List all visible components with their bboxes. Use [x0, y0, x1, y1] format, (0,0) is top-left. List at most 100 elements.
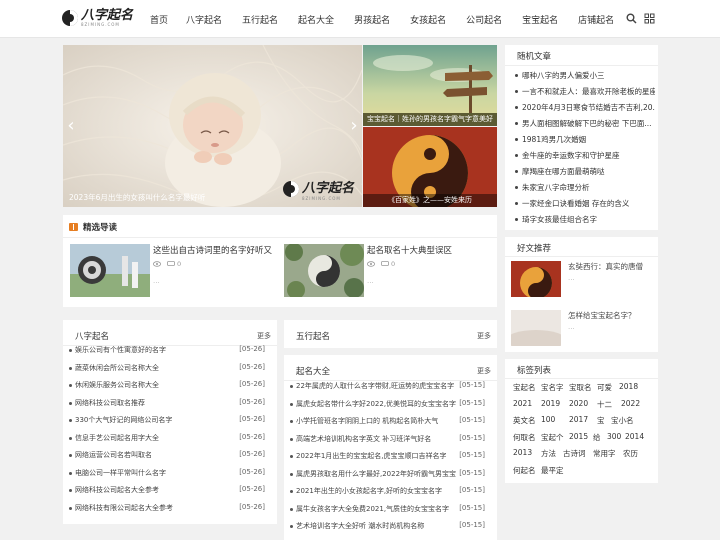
- tag-link[interactable]: 2015: [569, 432, 588, 441]
- featured-image-1[interactable]: [70, 244, 150, 297]
- list-item[interactable]: 网络科技公司起名大全参考 [05-26]: [63, 483, 277, 500]
- list-item[interactable]: 小学托管班名字阴阴上口的 机构起名简朴大气 [05-15]: [284, 414, 497, 431]
- random-article-item[interactable]: 哪种八字的男人偏爱小三: [515, 67, 655, 83]
- random-article-title[interactable]: 一言不和就走人：最喜欢开除老板的星座: [522, 86, 655, 97]
- list-item[interactable]: 网络科技有限公司起名大全参考 [05-26]: [63, 501, 277, 518]
- list-item[interactable]: 2022年1月出生的宝宝起名,虎宝宝顺口吉祥名字 [05-15]: [284, 449, 497, 466]
- random-article-title[interactable]: 男人面相图解破解下巴的秘密 下巴面...: [522, 118, 652, 129]
- tag-link[interactable]: 宝: [597, 415, 605, 426]
- list-item[interactable]: 330个大气好记的网络公司名字 [05-26]: [63, 413, 277, 430]
- tag-link[interactable]: 农历: [623, 448, 638, 459]
- tag-link[interactable]: 英文名: [513, 415, 536, 426]
- list-item[interactable]: 22年属虎的人取什么名字带财,旺运势的虎宝宝名字 [05-15]: [284, 379, 497, 396]
- list-item-title[interactable]: 22年属虎的人取什么名字带财,旺运势的虎宝宝名字: [296, 381, 456, 391]
- random-article-title[interactable]: 一家经金口诀看婚姻 存在的含义: [522, 198, 629, 209]
- list-item-title[interactable]: 属牛女孩名字大全免费2021,气质佳的女宝宝名字: [296, 504, 456, 514]
- search-icon[interactable]: [626, 13, 637, 24]
- tag-link[interactable]: 2018: [619, 382, 638, 391]
- recommended-image-2[interactable]: [511, 310, 561, 346]
- tag-link[interactable]: 方法: [541, 448, 556, 459]
- list-item-title[interactable]: 蔬菜休闲会所公司名称大全: [75, 363, 235, 373]
- tag-link[interactable]: 2021: [513, 399, 532, 408]
- list-item-title[interactable]: 高端艺术培训机构名字英文 补习班洋气好名: [296, 434, 456, 444]
- tag-link[interactable]: 2017: [569, 415, 588, 424]
- featured-item-title[interactable]: 这些出自古诗词里的名字好听又: [153, 244, 272, 256]
- random-article-item[interactable]: 朱家宜八字命理分析: [515, 179, 655, 195]
- list-item-title[interactable]: 电脑公司一样平常叫什么名字: [75, 468, 235, 478]
- list-item[interactable]: 蔬菜休闲会所公司名称大全 [05-26]: [63, 361, 277, 378]
- tag-link[interactable]: 给: [593, 432, 601, 443]
- featured-item[interactable]: 起名取名十大典型误区 0 ...: [284, 244, 484, 298]
- tag-link[interactable]: 最平定: [541, 465, 564, 476]
- list-item-title[interactable]: 网络科技有限公司起名大全参考: [75, 503, 235, 513]
- list-item[interactable]: 休闲娱乐服务公司名称大全 [05-26]: [63, 378, 277, 395]
- recommended-item[interactable]: 玄奘西行：真实的唐僧 ...: [511, 261, 656, 297]
- list-item[interactable]: 网络科技公司取名推荐 [05-26]: [63, 396, 277, 413]
- tag-link[interactable]: 2019: [541, 399, 560, 408]
- grid-icon[interactable]: [644, 13, 655, 24]
- list-item[interactable]: 电脑公司一样平常叫什么名字 [05-26]: [63, 466, 277, 483]
- featured-image-2[interactable]: [284, 244, 364, 297]
- list-item-title[interactable]: 2022年1月出生的宝宝起名,虎宝宝顺口吉祥名字: [296, 451, 456, 461]
- tag-link[interactable]: 300: [607, 432, 621, 441]
- random-article-item[interactable]: 男人面相图解破解下巴的秘密 下巴面...: [515, 115, 655, 131]
- list-item-title[interactable]: 属虎女起名带什么字好2022,优美悦耳的女宝宝名字大全: [296, 399, 456, 409]
- list-item[interactable]: 高端艺术培训机构名字英文 补习班洋气好名 [05-15]: [284, 432, 497, 449]
- list-item-title[interactable]: 属虎男孩取名用什么字最好,2022年好听霸气男宝宝名字: [296, 469, 456, 479]
- nav-wuxing[interactable]: 五行起名: [242, 13, 278, 26]
- slider-thumb-2[interactable]: 《百家姓》之——安姓来历: [363, 127, 497, 207]
- tag-link[interactable]: 古诗词: [563, 448, 586, 459]
- list-item-title[interactable]: 网络科技公司取名推荐: [75, 398, 235, 408]
- list-item[interactable]: 属牛女孩名字大全免费2021,气质佳的女宝宝名字 [05-15]: [284, 502, 497, 519]
- random-article-item[interactable]: 一家经金口诀看婚姻 存在的含义: [515, 195, 655, 211]
- tag-link[interactable]: 十二: [597, 399, 612, 410]
- tag-link[interactable]: 宝名字: [541, 382, 564, 393]
- wuxing-more-link[interactable]: 更多: [477, 331, 491, 341]
- list-item[interactable]: 娱乐公司有个性寓意好的名字 [05-26]: [63, 343, 277, 360]
- qiming-more-link[interactable]: 更多: [477, 366, 491, 376]
- nav-bazi[interactable]: 八字起名: [186, 13, 222, 26]
- tag-link[interactable]: 何取名: [513, 432, 536, 443]
- tag-link[interactable]: 何起名: [513, 465, 536, 476]
- tag-link[interactable]: 宝起名: [513, 382, 536, 393]
- tag-link[interactable]: 可爱: [597, 382, 612, 393]
- hero-slider[interactable]: ‹ › 2023年6月出生的女孩叫什么名字最好听 八字起名 8ZIMING.CO…: [63, 45, 362, 207]
- recommended-item[interactable]: 怎样给宝宝起名字？ ...: [511, 310, 656, 346]
- slider-next-button[interactable]: ›: [348, 117, 360, 135]
- slider-thumb-1[interactable]: 宝宝起名｜姓孙的男孩名字霸气字意美好: [363, 45, 497, 126]
- nav-baby[interactable]: 宝宝起名: [522, 13, 558, 26]
- featured-item[interactable]: 这些出自古诗词里的名字好听又 0 ...: [70, 244, 272, 298]
- random-article-title[interactable]: 2020年4月3日寒食节结婚吉不吉利,20...: [522, 102, 655, 113]
- random-article-item[interactable]: 琦字女孩最佳组合名字: [515, 211, 655, 227]
- list-item-title[interactable]: 2021年出生的小女孩起名字,好听的女宝宝名字: [296, 486, 456, 496]
- list-item[interactable]: 2021年出生的小女孩起名字,好听的女宝宝名字 [05-15]: [284, 484, 497, 501]
- random-article-item[interactable]: 一言不和就走人：最喜欢开除老板的星座: [515, 83, 655, 99]
- random-article-title[interactable]: 哪种八字的男人偏爱小三: [522, 70, 605, 81]
- list-item-title[interactable]: 330个大气好记的网络公司名字: [75, 415, 235, 425]
- list-item[interactable]: 网络运营公司名若叫取名 [05-26]: [63, 448, 277, 465]
- random-article-item[interactable]: 1981鸡男几次婚姻: [515, 131, 655, 147]
- tag-link[interactable]: 2014: [625, 432, 644, 441]
- tag-link[interactable]: 宝取名: [569, 382, 592, 393]
- list-item-title[interactable]: 艺术培训名字大全好听 潮水时尚机构名称: [296, 521, 456, 531]
- nav-qiming[interactable]: 起名大全: [298, 13, 334, 26]
- nav-home[interactable]: 首页: [150, 13, 168, 26]
- list-item-title[interactable]: 休闲娱乐服务公司名称大全: [75, 380, 235, 390]
- nav-shop[interactable]: 店铺起名: [578, 13, 614, 26]
- list-item-title[interactable]: 小学托管班名字阴阴上口的 机构起名简朴大气: [296, 416, 456, 426]
- featured-item-title[interactable]: 起名取名十大典型误区: [367, 244, 452, 256]
- random-article-item[interactable]: 金牛座的幸运数字和守护星座: [515, 147, 655, 163]
- bazi-more-link[interactable]: 更多: [257, 331, 271, 341]
- nav-girl[interactable]: 女孩起名: [410, 13, 446, 26]
- nav-company[interactable]: 公司起名: [466, 13, 502, 26]
- random-article-title[interactable]: 1981鸡男几次婚姻: [522, 134, 586, 145]
- tag-link[interactable]: 100: [541, 415, 555, 424]
- tag-link[interactable]: 2020: [569, 399, 588, 408]
- tag-link[interactable]: 宝小名: [611, 415, 634, 426]
- list-item-title[interactable]: 网络科技公司起名大全参考: [75, 485, 235, 495]
- slider-prev-button[interactable]: ‹: [65, 117, 77, 135]
- list-item[interactable]: 属虎男孩取名用什么字最好,2022年好听霸气男宝宝名字 [05-15]: [284, 467, 497, 484]
- random-article-title[interactable]: 朱家宜八字命理分析: [522, 182, 590, 193]
- tag-link[interactable]: 宝起个: [541, 432, 564, 443]
- list-item[interactable]: 信息手艺公司起名用字大全 [05-26]: [63, 431, 277, 448]
